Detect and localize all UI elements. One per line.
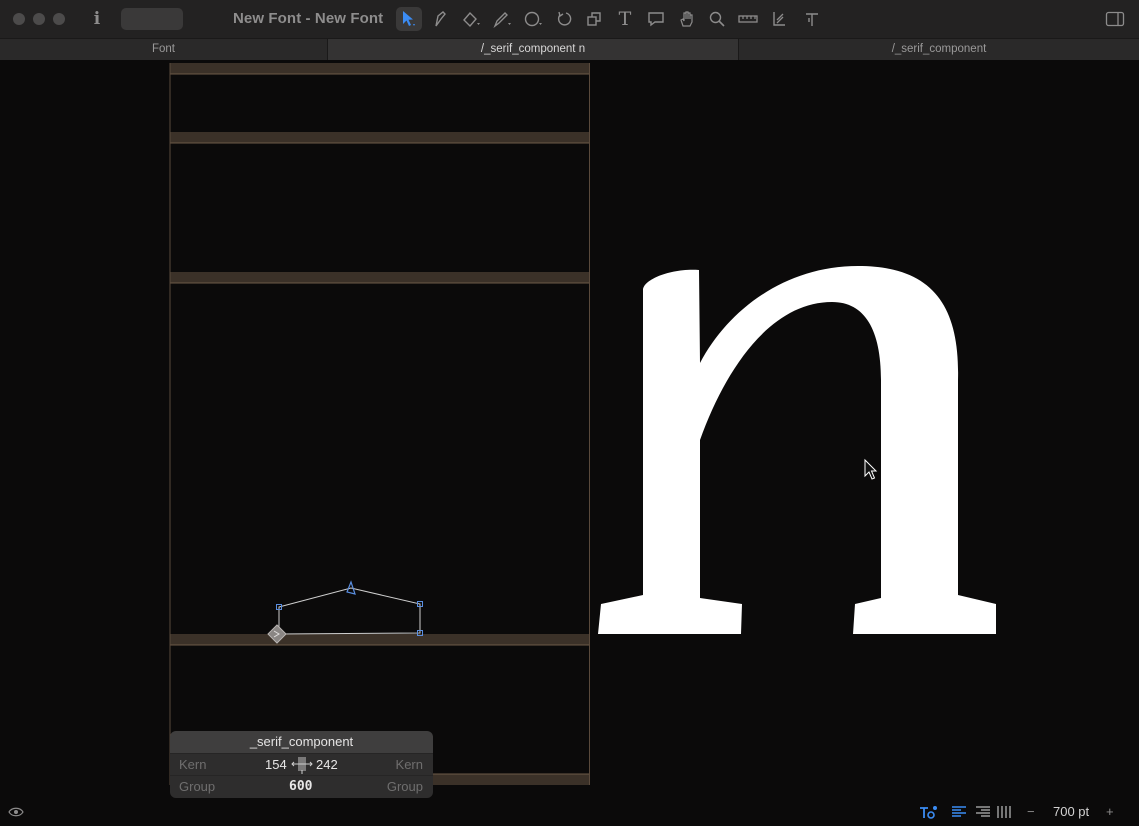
group-left-label[interactable]: Group	[179, 779, 215, 794]
metric-band-ascender	[170, 132, 589, 143]
zoom-level[interactable]: 700 pt	[1053, 804, 1089, 819]
tab-serif-component-n[interactable]: /_serif_component n	[327, 39, 738, 60]
text-tool-icon[interactable]: T	[612, 7, 638, 31]
component-name[interactable]: _serif_component	[170, 731, 433, 753]
zoom-tool-icon[interactable]	[704, 7, 730, 31]
scale-tool-icon[interactable]	[581, 7, 607, 31]
group-right-label[interactable]: Group	[387, 779, 423, 794]
select-tool-icon[interactable]	[396, 7, 422, 31]
pen-tool-icon[interactable]	[427, 7, 453, 31]
minimize-window-button[interactable]	[33, 13, 45, 25]
zoom-out-button[interactable]: −	[1027, 804, 1035, 819]
metric-lines	[170, 73, 589, 775]
glyph-info-panel: _serif_component Kern 154 242 Kern Group…	[170, 731, 433, 798]
glyph-width-value[interactable]: 600	[289, 779, 312, 794]
status-bar	[0, 800, 1139, 825]
align-right-icon[interactable]	[975, 805, 991, 824]
metric-band-xheight	[170, 272, 589, 283]
metric-band-top	[170, 63, 589, 74]
link-metrics-icon[interactable]	[291, 756, 313, 777]
kern-left-label[interactable]: Kern	[179, 757, 206, 772]
serif-component-outline[interactable]	[267, 580, 423, 644]
text-options-icon[interactable]	[918, 803, 938, 826]
vertical-text-icon[interactable]	[996, 805, 1012, 824]
mouse-cursor	[864, 458, 878, 480]
toolbar: i New Font - New Font T	[0, 0, 1139, 38]
rotate-tool-icon[interactable]	[551, 7, 577, 31]
tab-serif-component[interactable]: /_serif_component	[738, 39, 1139, 60]
hand-tool-icon[interactable]	[674, 7, 700, 31]
glyph-preview-n	[598, 266, 996, 634]
kern-row: Kern 154 242 Kern	[170, 753, 433, 775]
info-icon[interactable]: i	[84, 7, 110, 31]
preview-eye-icon[interactable]	[8, 805, 24, 824]
zoom-in-button[interactable]: +	[1106, 804, 1114, 819]
annotation-tool-icon[interactable]	[643, 7, 669, 31]
zoom-window-button[interactable]	[53, 13, 65, 25]
group-row: Group 600 Group	[170, 775, 433, 798]
pencil-tool-icon[interactable]	[490, 7, 516, 31]
window-title: New Font - New Font	[233, 10, 384, 27]
type-tool-icon[interactable]	[799, 7, 825, 31]
view-mode-segmented-control[interactable]	[121, 8, 183, 30]
close-window-button[interactable]	[13, 13, 25, 25]
tab-font[interactable]: Font	[0, 39, 327, 60]
draw-tool-icon[interactable]	[459, 7, 485, 31]
tab-bar: Font /_serif_component n /_serif_compone…	[0, 38, 1139, 60]
metric-band-baseline	[170, 634, 589, 645]
shape-tool-icon[interactable]	[521, 7, 547, 31]
left-sidebearing-value[interactable]: 154	[265, 757, 287, 772]
kern-right-label[interactable]: Kern	[396, 757, 423, 772]
anchor-tool-icon[interactable]	[766, 7, 792, 31]
measure-tool-icon[interactable]	[735, 7, 761, 31]
align-left-icon[interactable]	[951, 805, 967, 824]
edit-canvas[interactable]	[0, 60, 1139, 800]
sidebar-toggle-icon[interactable]	[1102, 7, 1128, 31]
right-sidebearing-value[interactable]: 242	[316, 757, 338, 772]
